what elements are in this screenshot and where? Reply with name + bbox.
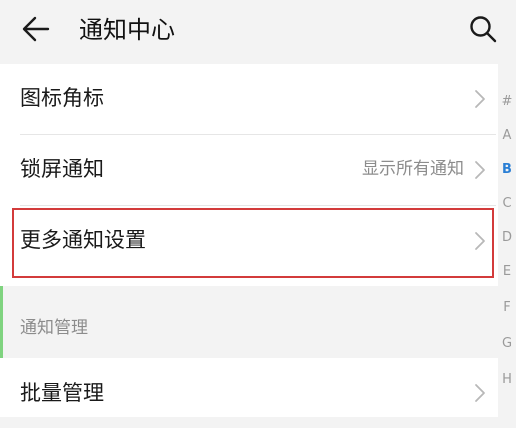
index-letter[interactable]: A	[498, 128, 516, 144]
settings-row-label: 图标角标	[20, 86, 104, 110]
settings-row-value: 显示所有通知	[362, 159, 464, 179]
index-letter[interactable]: D	[498, 230, 516, 246]
index-letter[interactable]: #	[498, 94, 516, 110]
settings-row-label: 批量管理	[20, 381, 104, 405]
page-title: 通知中心	[79, 16, 175, 44]
index-letter[interactable]: E	[498, 264, 516, 280]
management-card: 批量管理	[0, 358, 498, 417]
settings-row-more-notification[interactable]: 更多通知设置	[0, 206, 498, 276]
search-icon[interactable]	[468, 14, 498, 44]
settings-row-label: 锁屏通知	[20, 157, 104, 181]
index-letter[interactable]: H	[498, 372, 516, 388]
index-letter[interactable]: G	[498, 336, 516, 352]
back-arrow-icon[interactable]	[20, 14, 54, 44]
index-letter-active[interactable]: B	[498, 162, 516, 178]
settings-row-badge[interactable]: 图标角标	[0, 64, 498, 134]
settings-card: 图标角标 锁屏通知 显示所有通知 更多通知设置	[0, 64, 498, 286]
chevron-right-icon	[474, 160, 486, 180]
app-header: 通知中心	[0, 0, 516, 64]
settings-row-label: 更多通知设置	[20, 228, 146, 252]
chevron-right-icon	[474, 383, 486, 403]
chevron-right-icon	[474, 89, 486, 109]
settings-row-lockscreen[interactable]: 锁屏通知 显示所有通知	[0, 135, 498, 205]
chevron-right-icon	[474, 231, 486, 251]
index-letter[interactable]: C	[498, 196, 516, 212]
alphabet-index-bar[interactable]: # A B C D E F G H	[498, 90, 516, 417]
section-header: 通知管理	[20, 318, 88, 338]
index-letter[interactable]: F	[498, 300, 516, 316]
settings-row-batch-manage[interactable]: 批量管理	[0, 358, 498, 428]
